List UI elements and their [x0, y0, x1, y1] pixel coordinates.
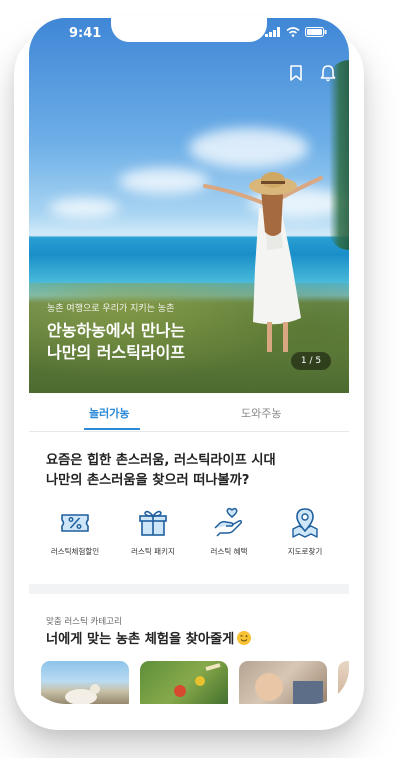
- discount-ticket-icon: [61, 514, 89, 532]
- experience-card[interactable]: [41, 661, 129, 704]
- hero-title-line1: 안농하농에서 만나는: [47, 321, 186, 340]
- wink-emoji-icon: [237, 631, 252, 645]
- category-discount[interactable]: 러스틱체험할인: [35, 506, 115, 557]
- section-heading: 요즘은 힙한 촌스러움, 러스틱라이프 시대 나만의 촌스러움을 찾으러 떠나볼…: [46, 451, 336, 491]
- bell-icon[interactable]: [319, 64, 337, 82]
- category-benefit[interactable]: 러스틱 혜택: [189, 506, 269, 557]
- gift-box-icon: [139, 510, 167, 536]
- section2-subtitle: 맞춤 러스틱 카테고리: [46, 617, 122, 627]
- experience-card[interactable]: [140, 661, 228, 704]
- category-map[interactable]: 지도로찾기: [265, 506, 345, 557]
- active-tab-indicator: [84, 428, 140, 430]
- hero-banner[interactable]: 9:41 농촌 여행으로 우리가 지키는 농촌 안농하농에서 만나는 나만의 러…: [29, 18, 349, 393]
- experience-card[interactable]: [239, 661, 327, 704]
- status-time: 9:41: [69, 26, 102, 41]
- section-divider: [29, 584, 349, 594]
- heart-hand-icon: [214, 507, 242, 537]
- section2-title-text: 너에게 맞는 농촌 체험을 찾아줄게: [46, 632, 235, 647]
- phone-screen: 9:41 농촌 여행으로 우리가 지키는 농촌 안농하농에서 만나는 나만의 러…: [29, 18, 349, 704]
- wifi-icon: [286, 27, 300, 37]
- harvest-photo: [174, 663, 221, 697]
- hero-subtitle: 농촌 여행으로 우리가 지키는 농촌: [47, 304, 175, 314]
- category-package[interactable]: 러스틱 패키지: [113, 506, 193, 557]
- bookmark-icon[interactable]: [287, 64, 305, 82]
- category-label: 러스틱 패키지: [131, 547, 175, 556]
- experience-card[interactable]: [338, 661, 349, 704]
- device-notch: [111, 18, 267, 42]
- category-menu: 러스틱체험할인 러스틱 패키지 러스틱 혜택 지도로찾기: [29, 506, 349, 566]
- hero-title-line2: 나만의 러스틱라이프: [47, 343, 186, 362]
- battery-icon: [305, 27, 327, 37]
- category-label: 러스틱 혜택: [210, 547, 248, 556]
- goat-photo: [65, 684, 100, 704]
- section2-title: 너에게 맞는 농촌 체험을 찾아줄게: [46, 628, 252, 647]
- signal-icon: [265, 27, 280, 37]
- hero-title: 안농하농에서 만나는 나만의 러스틱라이프: [47, 320, 247, 364]
- map-pin-icon: [292, 508, 318, 538]
- child-photo: [255, 673, 323, 704]
- category-label: 러스틱체험할인: [50, 547, 100, 556]
- section-heading-line1: 요즘은 힙한 촌스러움, 러스틱라이프 시대: [46, 453, 276, 468]
- tab-play[interactable]: 놀러가농: [89, 405, 129, 421]
- category-label: 지도로찾기: [287, 547, 323, 556]
- section-heading-line2: 나만의 촌스러움을 찾으러 떠나볼까?: [46, 473, 250, 488]
- tab-bar: 놀러가농 도와주농: [29, 393, 349, 432]
- tab-help[interactable]: 도와주농: [241, 405, 281, 421]
- banner-pager: 1 / 5: [291, 352, 331, 370]
- experience-cards: [29, 661, 349, 704]
